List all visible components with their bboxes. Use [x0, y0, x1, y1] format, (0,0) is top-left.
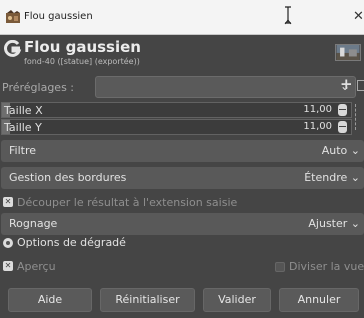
checkmark-icon[interactable]: ✕ — [3, 197, 13, 207]
size-x-label: Taille X — [4, 104, 43, 117]
size-y-value[interactable]: 11,00 — [303, 121, 332, 132]
dialog-header: Flou gaussien fond-40 ([statue] (exporté… — [0, 35, 364, 70]
cancel-button[interactable]: Annuler — [279, 288, 359, 312]
presets-menu-icon[interactable] — [357, 80, 364, 91]
clip-extent-label: Découper le résultat à l'extension saisi… — [17, 196, 238, 209]
reset-button[interactable]: Réinitialiser — [100, 288, 195, 312]
add-preset-icon[interactable]: + — [340, 75, 353, 93]
spin-arrows-icon[interactable] — [338, 104, 347, 116]
checkmark-icon[interactable]: ✕ — [3, 261, 13, 271]
size-y-spinscale[interactable]: Taille Y 11,00 — [1, 119, 352, 135]
chain-icon[interactable] — [355, 104, 359, 130]
ok-button[interactable]: Valider — [203, 288, 271, 312]
window-titlebar: Flou gaussien ✕ — [0, 0, 364, 35]
crop-label: Rognage — [9, 217, 58, 230]
window-title: Flou gaussien — [24, 11, 93, 22]
text-cursor-icon — [284, 6, 292, 25]
dialog-subtitle: fond-40 ([statue] (exportée)) — [24, 57, 140, 66]
spin-arrows-icon[interactable] — [338, 121, 347, 133]
gradient-options-label: Options de dégradé — [17, 236, 126, 249]
filter-label: Filtre — [9, 144, 37, 157]
image-thumbnail — [335, 44, 361, 61]
filter-value: Auto ⌄ — [321, 144, 360, 157]
border-handling-value: Étendre ⌄ — [304, 171, 360, 184]
size-x-spinscale[interactable]: Taille X 11,00 — [1, 102, 352, 118]
gimp-app-icon — [6, 10, 20, 23]
preview-label: Aperçu — [17, 260, 56, 273]
border-handling-combo[interactable]: Gestion des bordures Étendre ⌄ — [1, 167, 364, 189]
split-view-checkbox[interactable] — [275, 262, 285, 272]
crop-value: Ajuster ⌄ — [308, 217, 360, 230]
size-x-value[interactable]: 11,00 — [303, 104, 332, 115]
preview-checkbox[interactable]: ✕ Aperçu — [1, 260, 201, 273]
border-handling-label: Gestion des bordures — [9, 171, 127, 184]
presets-combo[interactable]: ⌄ — [95, 76, 356, 98]
clip-extent-checkbox[interactable]: ✕ Découper le résultat à l'extension sai… — [1, 196, 301, 209]
help-button[interactable]: Aide — [8, 288, 92, 312]
crop-combo[interactable]: Rognage Ajuster ⌄ — [1, 213, 364, 235]
presets-label: Préréglages : — [2, 81, 74, 94]
size-y-label: Taille Y — [4, 121, 42, 134]
gradient-options-toggle[interactable] — [3, 238, 13, 248]
dialog-title: Flou gaussien — [24, 38, 141, 56]
gimp-logo-icon — [4, 40, 22, 57]
close-icon[interactable]: ✕ — [353, 9, 364, 24]
split-view-label: Diviser la vue — [289, 260, 364, 273]
filter-combo[interactable]: Filtre Auto ⌄ — [1, 140, 364, 162]
